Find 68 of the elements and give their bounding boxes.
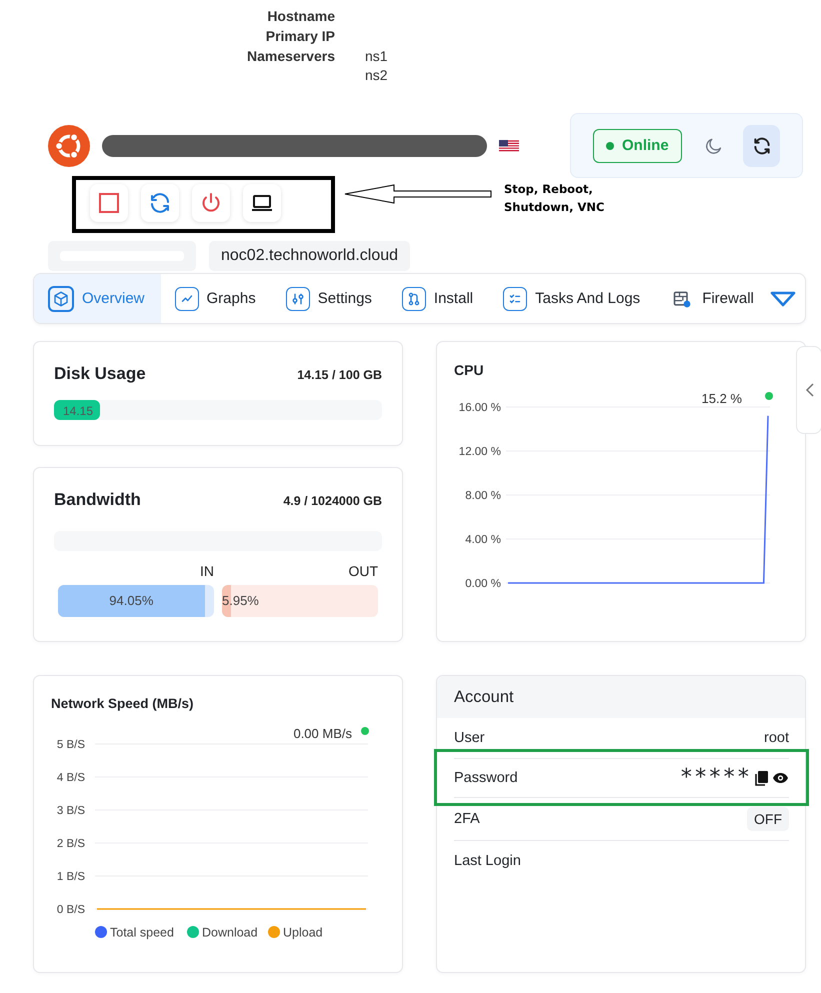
masked-password: *****	[680, 767, 751, 789]
field-label: Last Login	[454, 853, 521, 869]
axis-tick-label: 3 B/S	[56, 805, 85, 817]
info-label: Nameservers	[246, 46, 335, 66]
axis-tick-label: 2 B/S	[56, 838, 85, 850]
axis-tick-label: 4.00 %	[465, 534, 501, 546]
current-reading: 0.00 MB/s	[293, 726, 352, 741]
more-tabs-button[interactable]	[770, 290, 796, 308]
live-dot	[765, 392, 773, 400]
axis-tick-label: 12.00 %	[458, 446, 501, 458]
online-badge: Online	[593, 128, 682, 162]
out-label: OUT	[347, 563, 378, 579]
side-panel-handle[interactable]	[796, 346, 821, 434]
live-dot	[361, 727, 369, 735]
refresh-icon	[148, 191, 172, 215]
legend-label: Upload	[283, 926, 323, 940]
legend-label: Download	[202, 926, 258, 940]
current-reading: 15.2 %	[702, 391, 742, 406]
field-label: User	[454, 730, 485, 746]
hostname-chip: noc02.technoworld.cloud	[209, 241, 410, 271]
usage-reading: 14.15 / 100 GB	[297, 368, 382, 382]
field-value: root	[764, 730, 789, 746]
axis-tick-label: 16.00 %	[458, 402, 501, 414]
axis-tick-label: 8.00 %	[465, 490, 501, 502]
info-label: Hostname	[266, 7, 335, 26]
ubuntu-logo	[48, 124, 90, 166]
card-title: Disk Usage	[54, 364, 146, 384]
legend-label: Total speed	[110, 926, 174, 940]
callout-note: Stop, Reboot, Shutdown, VNC	[504, 181, 606, 216]
tab[interactable]: Overview	[34, 274, 161, 323]
info-label: Primary IP	[264, 26, 335, 46]
card-title: CPU	[453, 361, 485, 378]
chevron-down-icon	[770, 290, 796, 308]
eye-icon[interactable]	[772, 772, 789, 784]
status-badge: OFF	[747, 807, 789, 831]
card-title: Bandwidth	[54, 490, 141, 510]
usage-reading: 4.9 / 1024000 GB	[283, 494, 382, 508]
tab[interactable]: Firewall	[656, 274, 770, 323]
laptop-button[interactable]	[243, 184, 281, 222]
us-flag-icon	[499, 140, 519, 152]
tab[interactable]: Install	[388, 274, 490, 323]
in-percent: 94.05%	[108, 593, 154, 608]
tab[interactable]: Graphs	[160, 274, 272, 323]
stop-button[interactable]	[90, 184, 128, 222]
info-value: ns2	[365, 66, 388, 86]
field-label: 2FA	[454, 811, 480, 827]
out-percent: 5.95%	[222, 593, 259, 608]
stop-icon	[97, 191, 121, 215]
firewall-icon	[672, 288, 692, 308]
in-label: IN	[199, 563, 214, 579]
axis-tick-label: 0.00 %	[465, 578, 501, 590]
tab[interactable]: Tasks And Logs	[489, 274, 656, 323]
axis-tick-label: 5 B/S	[56, 739, 85, 751]
field-label: Password	[454, 770, 518, 786]
refresh-icon	[752, 136, 772, 156]
card-header: Account	[437, 676, 805, 718]
info-value: ns1	[365, 46, 388, 66]
power-button[interactable]	[192, 184, 230, 222]
progress-label: 14.15	[63, 404, 94, 418]
chevron-left-icon	[805, 382, 815, 398]
axis-tick-label: 0 B/S	[56, 904, 85, 916]
refresh-button[interactable]	[743, 124, 780, 166]
copy-icon[interactable]	[755, 770, 768, 786]
tab[interactable]: Settings	[272, 274, 388, 323]
axis-tick-label: 1 B/S	[56, 871, 85, 883]
card-title: Network Speed (MB/s)	[50, 695, 195, 712]
axis-tick-label: 4 B/S	[56, 772, 85, 784]
cube-icon	[52, 290, 70, 308]
